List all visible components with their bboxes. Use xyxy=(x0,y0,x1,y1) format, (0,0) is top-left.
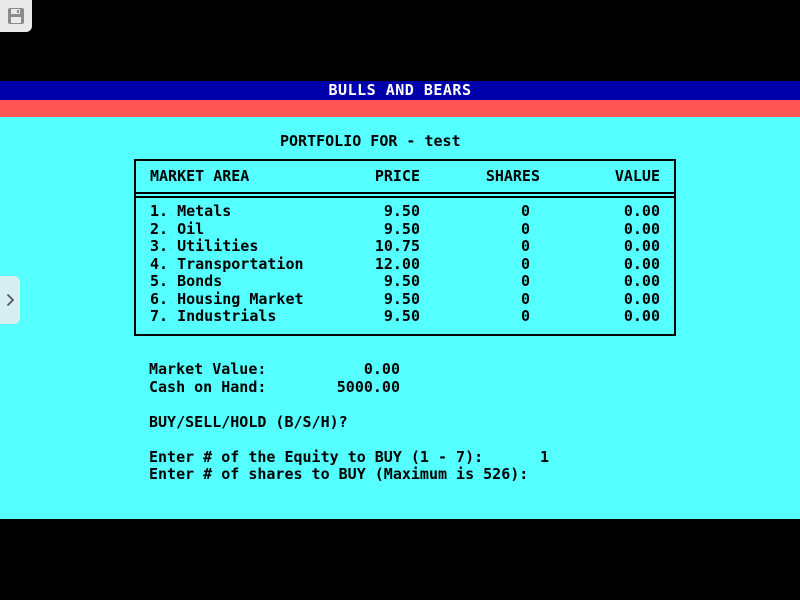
row-shares: 0 xyxy=(520,237,530,255)
column-header-market-area: MARKET AREA xyxy=(150,167,250,185)
row-shares: 0 xyxy=(520,289,530,308)
equity-prompt: Enter # of the Equity to BUY (1 - 7): xyxy=(149,448,484,466)
app-title: BULLS AND BEARS xyxy=(328,81,472,99)
row-name: 5. Bonds xyxy=(150,272,223,290)
equity-answer: 1 xyxy=(540,448,550,466)
sidebar-toggle-button[interactable] xyxy=(0,276,20,324)
market-value-amount: 0.00 xyxy=(363,360,400,378)
portfolio-heading: PORTFOLIO FOR - test xyxy=(280,132,461,150)
row-shares: 0 xyxy=(520,307,530,325)
row-price: 9.50 xyxy=(383,202,420,220)
row-value: 0.00 xyxy=(623,254,660,273)
floppy-disk-icon xyxy=(8,8,24,24)
row-value: 0.00 xyxy=(623,219,660,238)
column-header-shares: SHARES xyxy=(485,167,540,185)
row-name: 3. Utilities xyxy=(150,237,259,255)
row-price: 12.00 xyxy=(374,254,420,273)
row-shares: 0 xyxy=(520,219,530,238)
action-prompt: BUY/SELL/HOLD (B/S/H)? xyxy=(149,413,348,431)
row-name: 4. Transportation xyxy=(150,254,304,273)
portfolio-table: MARKET AREA PRICE SHARES VALUE 1. Metals… xyxy=(134,159,676,336)
cash-on-hand-amount: 5000.00 xyxy=(336,378,400,396)
row-price: 9.50 xyxy=(383,219,420,238)
app-title-bar: BULLS AND BEARS xyxy=(0,81,800,100)
row-price: 10.75 xyxy=(374,237,420,255)
row-value: 0.00 xyxy=(623,202,660,220)
row-value: 0.00 xyxy=(623,272,660,290)
row-price: 9.50 xyxy=(383,307,420,325)
row-name: 1. Metals xyxy=(150,202,232,220)
market-value-label: Market Value: xyxy=(149,360,267,378)
save-button[interactable] xyxy=(0,0,32,32)
row-shares: 0 xyxy=(520,254,530,273)
row-shares: 0 xyxy=(520,272,530,290)
row-value: 0.00 xyxy=(623,289,660,308)
row-value: 0.00 xyxy=(623,237,660,255)
cash-on-hand-label: Cash on Hand: xyxy=(149,378,267,396)
row-value: 0.00 xyxy=(623,307,660,325)
row-price: 9.50 xyxy=(383,272,420,290)
row-price: 9.50 xyxy=(383,289,420,308)
row-name: 7. Industrials xyxy=(150,307,277,325)
accent-stripe xyxy=(0,100,800,117)
shares-prompt[interactable]: Enter # of shares to BUY (Maximum is 526… xyxy=(149,465,528,484)
row-name: 6. Housing Market xyxy=(150,289,304,308)
chevron-right-icon xyxy=(7,294,14,306)
column-header-price: PRICE xyxy=(374,167,420,185)
row-shares: 0 xyxy=(520,202,530,220)
table-header-divider xyxy=(136,192,674,198)
column-header-value: VALUE xyxy=(614,167,660,185)
row-name: 2. Oil xyxy=(150,219,205,238)
